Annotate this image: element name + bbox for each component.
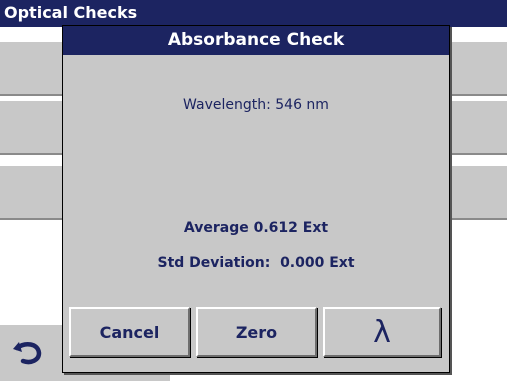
average-text: Average 0.612 Ext — [183, 220, 329, 236]
background-title-bar: Optical Checks — [0, 0, 507, 27]
wavelength-button[interactable]: λ — [323, 307, 441, 357]
zero-button[interactable]: Zero — [196, 307, 317, 357]
back-button[interactable] — [8, 334, 48, 368]
std-deviation-text: Std Deviation: 0.000 Ext — [157, 255, 355, 271]
background-title: Optical Checks — [4, 3, 138, 22]
cancel-button[interactable]: Cancel — [69, 307, 190, 357]
absorbance-check-dialog: Absorbance Check Wavelength: 546 nm Aver… — [62, 25, 450, 373]
wavelength-text: Wavelength: 546 nm — [183, 97, 329, 113]
back-arrow-icon — [13, 342, 42, 365]
dialog-title: Absorbance Check — [63, 26, 449, 55]
